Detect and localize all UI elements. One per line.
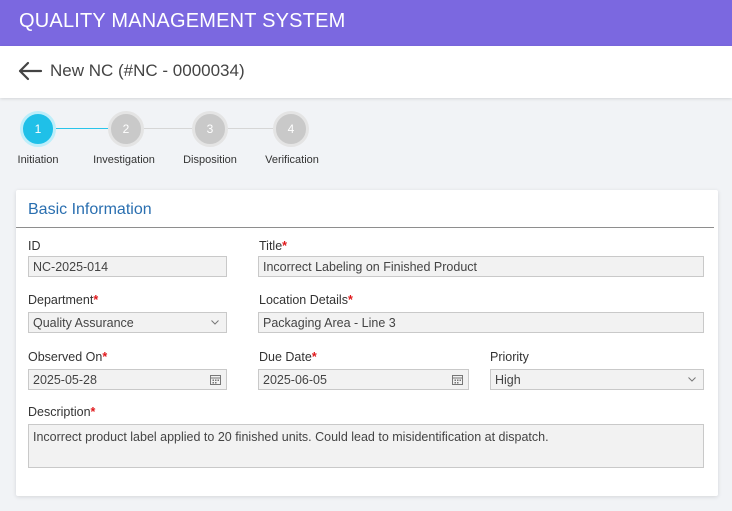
- step-connector: [56, 128, 108, 129]
- step-1-label: Initiation: [17, 154, 59, 166]
- basic-information-card: Basic Information ID NC-2025-014 Title* …: [16, 190, 718, 496]
- page-title: New NC (#NC - 0000034): [50, 61, 245, 80]
- description-textarea[interactable]: Incorrect product label applied to 20 fi…: [28, 424, 704, 468]
- progress-stepper: 1 2 3 4 Initiation Investigation Disposi…: [0, 98, 732, 188]
- observed-on-value: 2025-05-28: [33, 373, 97, 387]
- priority-value: High: [495, 373, 521, 387]
- step-3-circle[interactable]: 3: [192, 111, 228, 147]
- due-date-date[interactable]: 2025-06-05: [258, 369, 469, 390]
- observed-on-date[interactable]: 2025-05-28: [28, 369, 227, 390]
- chevron-down-icon: [211, 320, 219, 325]
- chevron-down-icon: [688, 377, 696, 382]
- page-header: New NC (#NC - 0000034): [0, 46, 732, 98]
- priority-select[interactable]: High: [490, 369, 704, 390]
- department-value: Quality Assurance: [33, 316, 134, 330]
- location-label: Location Details*: [259, 293, 353, 307]
- step-2-circle[interactable]: 2: [108, 111, 144, 147]
- title-label: Title*: [259, 239, 288, 253]
- observed-on-label: Observed On*: [28, 350, 108, 364]
- id-label: ID: [28, 239, 41, 253]
- step-1-circle[interactable]: 1: [20, 111, 56, 147]
- id-field[interactable]: NC-2025-014: [28, 256, 227, 277]
- step-connector: [228, 128, 273, 129]
- app-title: QUALITY MANAGEMENT SYSTEM: [19, 10, 346, 32]
- due-date-value: 2025-06-05: [263, 373, 327, 387]
- department-select[interactable]: Quality Assurance: [28, 312, 227, 333]
- section-title: Basic Information: [28, 201, 152, 218]
- calendar-icon[interactable]: [452, 374, 463, 385]
- app-header: QUALITY MANAGEMENT SYSTEM: [0, 0, 732, 46]
- step-4-label: Verification: [265, 154, 319, 166]
- step-4-circle[interactable]: 4: [273, 111, 309, 147]
- step-3-label: Disposition: [183, 154, 237, 166]
- back-arrow-icon[interactable]: [17, 60, 43, 82]
- section-divider: [16, 227, 714, 228]
- calendar-icon[interactable]: [210, 374, 221, 385]
- title-field[interactable]: Incorrect Labeling on Finished Product: [258, 256, 704, 277]
- department-label: Department*: [28, 293, 99, 307]
- step-2-label: Investigation: [93, 154, 155, 166]
- due-date-label: Due Date*: [259, 350, 317, 364]
- priority-label: Priority: [490, 350, 529, 364]
- location-field[interactable]: Packaging Area - Line 3: [258, 312, 704, 333]
- description-label: Description*: [28, 405, 96, 419]
- step-connector: [144, 128, 192, 129]
